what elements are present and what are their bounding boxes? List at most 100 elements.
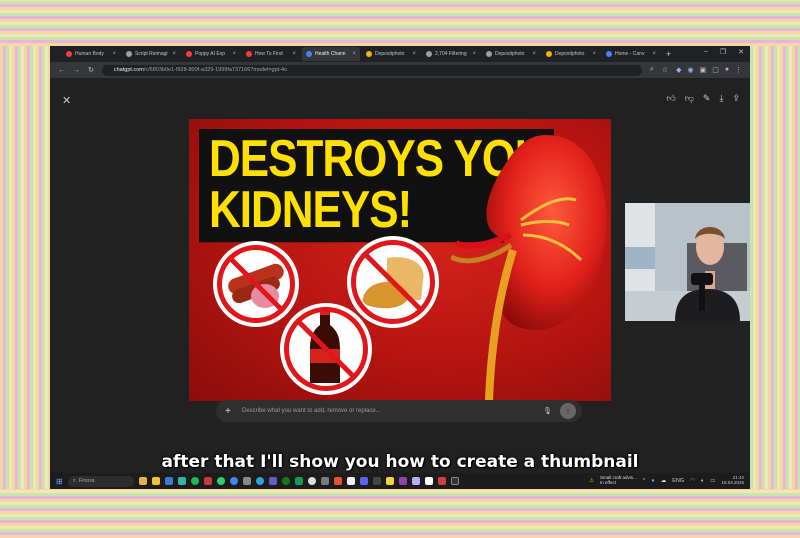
app-icon[interactable] — [450, 477, 459, 485]
thumbs-up-icon[interactable]: 👍︎ — [666, 93, 675, 104]
chrome-icon[interactable] — [229, 477, 238, 485]
store-icon[interactable] — [164, 477, 173, 485]
close-icon[interactable]: × — [352, 51, 356, 57]
browser-toolbar: ← → ↻ chatgpt.com/c/6803b0e1-f928-800f-a… — [50, 62, 750, 78]
battery-icon[interactable]: ▭ — [710, 478, 715, 484]
generated-thumbnail-image[interactable]: DESTROYS YOU KIDNEYS! — [189, 119, 611, 401]
screen-recording: Human Body × Script Reimagi × Poppy AI Exp… — [50, 46, 750, 489]
app-icon[interactable] — [411, 477, 420, 485]
bookmark-star-icon[interactable]: ☆ — [662, 66, 668, 74]
reload-icon[interactable]: ↻ — [88, 66, 94, 74]
browser-tab[interactable]: How To Find × — [242, 47, 300, 61]
microphone-icon[interactable]: 🎙︎ — [543, 407, 552, 415]
download-icon[interactable]: ⤓ — [719, 93, 723, 104]
kidney-illustration — [451, 135, 607, 401]
spotify-icon[interactable] — [190, 477, 199, 485]
app-icon[interactable] — [203, 477, 212, 485]
edit-brush-icon[interactable]: ✎ — [703, 93, 711, 104]
windows-taskbar: ⊞ ⌕ Finora ⚠ Small craft advis... In eff… — [50, 473, 750, 489]
close-icon[interactable]: × — [532, 51, 536, 57]
close-window-icon[interactable]: ✕ — [738, 48, 744, 56]
back-icon[interactable]: ← — [58, 67, 65, 74]
close-icon[interactable]: × — [112, 51, 116, 57]
browser-tab[interactable]: Depositphoto × — [482, 47, 540, 61]
extension-icon[interactable]: ▢ — [712, 66, 719, 74]
wifi-icon[interactable]: ◠ — [690, 478, 695, 484]
close-icon[interactable]: × — [652, 51, 656, 57]
menu-icon[interactable]: ⋮ — [735, 66, 742, 74]
browser-tab[interactable]: Home - Canv × — [602, 47, 660, 61]
app-icon[interactable] — [294, 477, 303, 485]
tab-favicon — [546, 51, 552, 57]
close-icon[interactable]: × — [412, 51, 416, 57]
app-icon[interactable] — [333, 477, 342, 485]
close-icon[interactable]: × — [472, 51, 476, 57]
browser-tab-bar: Human Body × Script Reimagi × Poppy AI Exp… — [50, 46, 750, 62]
tray-chevron-icon[interactable]: ^ — [643, 478, 646, 484]
file-explorer-icon[interactable] — [151, 477, 160, 485]
tab-favicon — [606, 51, 612, 57]
windows-start-icon[interactable]: ⊞ — [56, 477, 63, 486]
telegram-icon[interactable] — [255, 477, 264, 485]
thumbs-down-icon[interactable]: 👎︎ — [685, 93, 694, 104]
address-bar[interactable]: chatgpt.com/c/6803b0e1-f928-800f-a329-19… — [101, 64, 642, 76]
search-icon: ⌕ — [72, 477, 76, 484]
extension-icon[interactable]: ◉ — [687, 66, 693, 74]
app-icon[interactable] — [398, 477, 407, 485]
taskview-icon[interactable] — [138, 477, 147, 485]
add-attachment-button[interactable]: + — [222, 406, 234, 417]
window-controls: – ❐ ✕ — [704, 48, 744, 56]
clock[interactable]: 21:42 18.04.2025 — [721, 475, 744, 486]
maximize-icon[interactable]: ❐ — [720, 48, 726, 56]
app-icon[interactable] — [372, 477, 381, 485]
app-icon[interactable] — [242, 477, 251, 485]
share-icon[interactable]: ⇪ — [732, 93, 740, 104]
taskbar-search[interactable]: ⌕ Finora — [67, 475, 134, 487]
discord-icon[interactable] — [359, 477, 368, 485]
close-icon[interactable]: × — [172, 51, 176, 57]
weather-widget[interactable]: Small craft advis... In effect — [600, 476, 637, 485]
whatsapp-icon[interactable] — [216, 477, 225, 485]
browser-tab[interactable]: Poppy AI Exp × — [182, 47, 240, 61]
extension-icon[interactable]: ◆ — [676, 66, 681, 74]
extensions: ◆ ◉ ▣ ▢ ● ⋮ — [676, 66, 742, 74]
tab-favicon — [426, 51, 432, 57]
browser-tab[interactable]: Depositphoto × — [362, 47, 420, 61]
app-icon[interactable] — [320, 477, 329, 485]
close-icon[interactable]: ✕ — [62, 94, 71, 107]
browser-tab[interactable]: 2,704 Filtering × — [422, 47, 480, 61]
extension-icon[interactable]: ▣ — [700, 66, 707, 74]
notion-icon[interactable] — [424, 477, 433, 485]
edge-icon[interactable] — [177, 477, 186, 485]
warning-icon: ⚠ — [589, 478, 595, 484]
browser-tab[interactable]: Script Reimagi × — [122, 47, 180, 61]
prompt-input[interactable]: Describe what you want to add, remove or… — [242, 408, 535, 414]
capcut-icon[interactable] — [346, 477, 355, 485]
tab-favicon — [246, 51, 252, 57]
tray-app-icon[interactable]: ☁ — [661, 478, 667, 484]
app-icon[interactable] — [268, 477, 277, 485]
app-icon[interactable] — [437, 477, 446, 485]
new-tab-button[interactable]: + — [666, 49, 671, 59]
xbox-icon[interactable] — [281, 477, 290, 485]
volume-icon[interactable]: 🔈︎ — [701, 478, 704, 485]
close-icon[interactable]: × — [592, 51, 596, 57]
profile-avatar[interactable]: ● — [725, 66, 729, 74]
language-indicator[interactable]: ENG — [672, 478, 684, 484]
browser-tab[interactable]: Depositphoto × — [542, 47, 600, 61]
close-icon[interactable]: × — [232, 51, 236, 57]
app-icon[interactable] — [385, 477, 394, 485]
forward-icon[interactable]: → — [73, 67, 80, 74]
browser-tab-active[interactable]: Health Chann × — [302, 47, 360, 61]
edit-prompt-bar: + Describe what you want to add, remove … — [216, 400, 582, 422]
zoom-icon[interactable]: ⌕ — [650, 66, 654, 74]
browser-tab[interactable]: Human Body × — [62, 47, 120, 61]
tab-favicon — [126, 51, 132, 57]
minimize-icon[interactable]: – — [704, 48, 708, 56]
tray-app-icon[interactable]: ● — [651, 478, 654, 484]
close-icon[interactable]: × — [292, 51, 296, 57]
tab-favicon — [486, 51, 492, 57]
chatgpt-icon[interactable] — [307, 477, 316, 485]
send-button[interactable]: ↑ — [560, 403, 576, 419]
system-tray: ⚠ Small craft advis... In effect ^ ● ☁ E… — [589, 475, 744, 486]
